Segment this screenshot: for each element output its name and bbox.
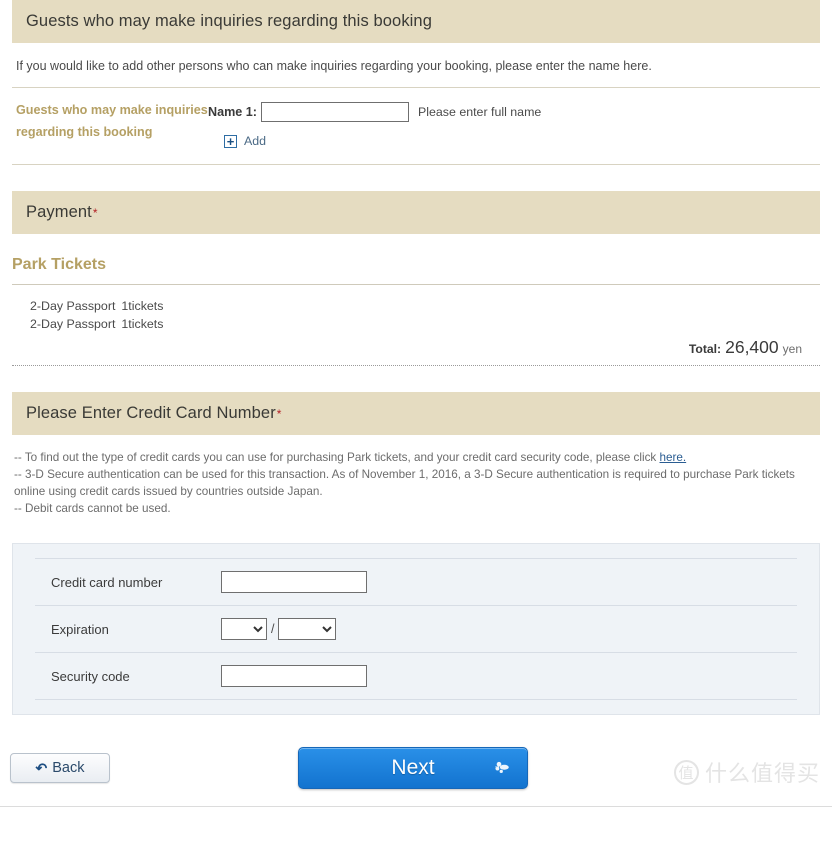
security-code-label: Security code: [51, 668, 130, 684]
list-item: 2-Day Passport 1tickets: [30, 315, 820, 333]
total-label: Total:: [688, 342, 722, 356]
security-code-input[interactable]: [221, 665, 367, 687]
watermark-mark: 值: [673, 759, 699, 785]
table-row: Credit card number: [35, 558, 797, 606]
watermark-text: 什么值得买: [704, 761, 820, 786]
plus-icon: +: [224, 134, 237, 148]
table-row: Expiration /: [35, 605, 797, 653]
decorative-flourish-icon: [495, 761, 509, 774]
park-tickets-title: Park Tickets: [12, 234, 820, 285]
total-row: Total: 26,400 yen: [12, 335, 820, 366]
next-button[interactable]: Next: [298, 747, 528, 789]
ticket-qty: 1tickets: [121, 317, 164, 331]
credit-card-section-header: Please Enter Credit Card Number *: [12, 392, 820, 435]
guest-name-input[interactable]: [261, 102, 409, 122]
card-number-cell: [221, 559, 797, 606]
note-line-2: -- 3-D Secure authentication can be used…: [14, 468, 795, 498]
credit-card-help-link[interactable]: here.: [660, 451, 687, 464]
guests-section-title: Guests who may make inquiries regarding …: [26, 12, 432, 30]
total-currency-unit: yen: [782, 342, 802, 356]
expiration-separator: /: [271, 622, 275, 636]
ticket-list: 2-Day Passport 1tickets 2-Day Passport 1ti…: [12, 285, 820, 335]
list-item: 2-Day Passport 1tickets: [30, 297, 820, 315]
ticket-qty: 1tickets: [121, 299, 164, 313]
note-line-1: -- To find out the type of credit cards …: [14, 449, 818, 466]
next-button-label: Next: [391, 756, 435, 779]
footer-actions: ↶ Back Next 值 什么值得买: [0, 745, 832, 807]
guests-section-header: Guests who may make inquiries regarding …: [12, 0, 820, 43]
guest-row-label: Guests who may make inquiries regarding …: [16, 103, 208, 139]
name-field-hint: Please enter full name: [418, 105, 542, 119]
back-button[interactable]: ↶ Back: [10, 753, 110, 783]
total-amount: 26,400: [725, 337, 779, 357]
name-input-line: Name 1: Please enter full name: [208, 102, 820, 122]
expiration-label: Expiration: [51, 621, 109, 637]
credit-card-notes: -- To find out the type of credit cards …: [12, 435, 820, 517]
add-guest-label: Add: [244, 134, 267, 148]
name-field-label: Name 1:: [208, 105, 257, 119]
note-line-3: -- Debit cards cannot be used.: [14, 502, 171, 515]
expiration-cell: /: [221, 606, 797, 653]
security-code-cell: [221, 653, 797, 700]
site-watermark: 值 什么值得买: [673, 756, 820, 788]
booking-payment-page: Guests who may make inquiries regarding …: [0, 0, 832, 807]
back-arrow-icon: ↶: [35, 759, 48, 776]
table-row: Security code: [35, 652, 797, 700]
add-guest-button[interactable]: + Add: [224, 134, 820, 148]
guest-name-row: Guests who may make inquiries regarding …: [12, 88, 820, 165]
guests-intro-text: If you would like to add other persons w…: [12, 43, 820, 88]
credit-card-number-input[interactable]: [221, 571, 367, 593]
guest-fields-group: Name 1: Please enter full name + Add: [208, 100, 820, 148]
card-number-label: Credit card number: [51, 574, 163, 590]
expiration-month-select[interactable]: [221, 618, 267, 640]
credit-card-form-panel: Credit card number Expiration / Security…: [12, 543, 820, 715]
ticket-name: 2-Day Passport: [30, 299, 116, 313]
ticket-name: 2-Day Passport: [30, 317, 116, 331]
park-tickets-block: Park Tickets 2-Day Passport 1tickets 2-Da…: [12, 234, 820, 366]
note-1-text: -- To find out the type of credit cards …: [14, 451, 657, 464]
back-button-label: Back: [52, 760, 85, 776]
payment-section-title: Payment: [26, 203, 92, 221]
credit-card-form-table: Credit card number Expiration / Security…: [35, 558, 797, 700]
expiration-year-select[interactable]: [278, 618, 337, 640]
payment-section-header: Payment *: [12, 191, 820, 234]
credit-card-section-title: Please Enter Credit Card Number: [26, 404, 276, 422]
